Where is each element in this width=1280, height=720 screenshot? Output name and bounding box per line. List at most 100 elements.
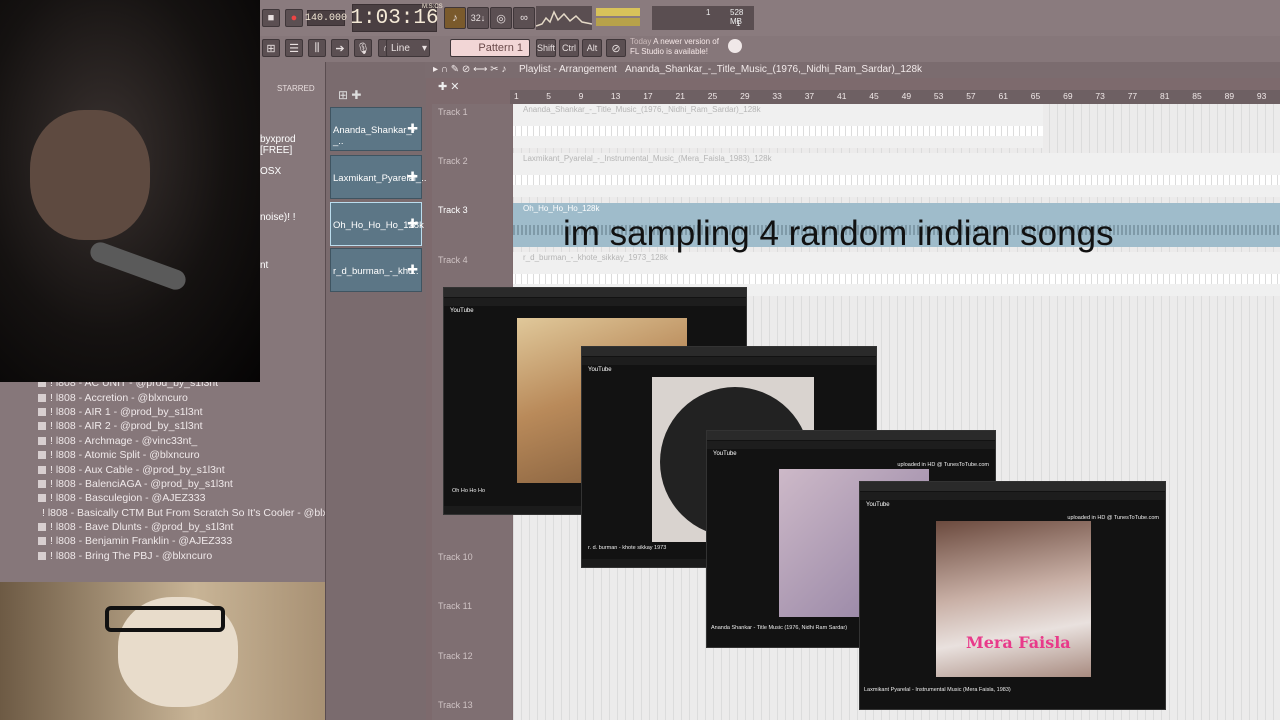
countdown-icon[interactable]: ◎ <box>490 7 512 29</box>
browser-tabs <box>707 431 995 440</box>
snap-icon[interactable]: ⊞ <box>262 39 280 57</box>
record-button[interactable]: ● <box>285 9 303 27</box>
list-item[interactable]: ! l808 - Basically CTM But From Scratch … <box>38 506 354 520</box>
video-title: Oh Ho Ho Ho <box>452 488 486 494</box>
cpu-panel: 1 528 MB 1 <box>652 6 754 30</box>
polyphony-value: 1 <box>736 19 741 28</box>
alt-key-button[interactable]: Alt <box>582 39 602 57</box>
ruler-tick: 77 <box>1127 91 1138 101</box>
browser-partial-line[interactable]: nt <box>260 260 268 271</box>
list-item[interactable]: ! l808 - Bring The PBJ - @blxncuro <box>38 549 323 563</box>
channel-item[interactable]: r_d_burman_-_kho.. ✚ <box>330 248 422 292</box>
playlist-nav-icons[interactable]: ✚ ✕ <box>438 80 460 93</box>
audio-file-icon <box>38 393 46 402</box>
list-item[interactable]: ! l808 - AIR 1 - @prod_by_s1l3nt <box>38 405 323 419</box>
channel-item[interactable]: Laxmikant_Pyarelal_.. ✚ <box>330 155 426 199</box>
browser-partial-line[interactable]: OSX <box>260 166 281 177</box>
playlist-tools-icon[interactable]: ▸ ∩ ✎ ⊘ ⟷ ✂ ♪ <box>433 64 506 75</box>
upload-note: uploaded in HD @ TunesToTube.com <box>897 462 989 468</box>
track-label[interactable]: Track 1 <box>438 107 468 117</box>
clip-label: Ananda_Shankar_-_Title_Music_(1976,_Nidh… <box>523 105 761 114</box>
waveform <box>513 175 1280 185</box>
browser-file-list: ! l808 - AC UNIT - @prod_by_s1l3nt ! l80… <box>38 376 354 563</box>
plus-icon[interactable]: ✚ <box>407 262 418 278</box>
wait-icon[interactable]: 32↓ <box>467 7 489 29</box>
list-item[interactable]: ! l808 - Atomic Split - @blxncuro <box>38 448 323 462</box>
address-bar <box>582 357 876 365</box>
clip-label: Laxmikant_Pyarelal_-_Instrumental_Music_… <box>523 154 772 163</box>
microphone-icon[interactable]: 🎙 <box>354 39 372 57</box>
track-label[interactable]: Track 13 <box>438 700 473 710</box>
fl-logo-icon[interactable] <box>728 39 742 53</box>
pattern-select[interactable]: Pattern 1 <box>450 39 530 57</box>
youtube-window: YouTube uploaded in HD @ TunesToTube.com… <box>859 481 1166 710</box>
timeline-ruler[interactable]: 1 5 9 13 17 21 25 29 33 37 41 45 49 53 57 61 65 69 73 77 81 8… <box>510 90 1280 104</box>
memory-value: 528 MB <box>730 8 744 26</box>
audio-file-icon <box>38 451 46 460</box>
shift-key-button[interactable]: Shift <box>536 39 556 57</box>
chevron-down-icon: ▾ <box>421 42 427 54</box>
track-label[interactable]: Track 3 <box>438 205 468 215</box>
list-item[interactable]: ! l808 - Bave Dlunts - @prod_by_s1l3nt <box>38 520 323 534</box>
list-item-label: ! l808 - Bring The PBJ - @blxncuro <box>50 549 213 562</box>
track-label[interactable]: Track 4 <box>438 255 468 265</box>
master-volume-meter <box>596 8 640 16</box>
news-panel[interactable]: Today A newer version of FL Studio is av… <box>630 37 730 57</box>
mixer-icon[interactable]: ☰ <box>285 39 303 57</box>
time-unit-label: M:S:CS <box>422 4 443 10</box>
track-label[interactable]: Track 10 <box>438 552 473 562</box>
clip-label: r_d_burman_-_khote_sikkay_1973_128k <box>523 253 668 262</box>
channel-tools-icon[interactable]: ⊞ ✚ <box>338 88 361 102</box>
ctrl-key-button[interactable]: Ctrl <box>559 39 579 57</box>
list-item[interactable]: ! l808 - Benjamin Franklin - @AJEZ333 <box>38 534 323 548</box>
arrow-right-icon[interactable]: ➔ <box>331 39 349 57</box>
starred-tab[interactable]: STARRED <box>277 84 315 93</box>
glasses-shape <box>105 606 225 632</box>
ruler-tick: 9 <box>578 91 584 101</box>
channel-rack-icon[interactable]: ⫼ <box>308 39 326 57</box>
clip-label: Oh_Ho_Ho_Ho_128k <box>523 204 600 213</box>
track-label[interactable]: Track 11 <box>438 601 472 611</box>
list-item[interactable]: ! l808 - Basculegion - @AJEZ333 <box>38 491 323 505</box>
plus-icon[interactable]: ✚ <box>407 216 418 232</box>
list-item[interactable]: ! l808 - Archmage - @vinc33nt_ <box>38 434 323 448</box>
track-label[interactable]: Track 12 <box>438 651 473 661</box>
loop-record-icon[interactable]: ∞ <box>513 7 535 29</box>
audio-file-icon <box>38 465 46 474</box>
list-item[interactable]: ! l808 - Accretion - @blxncuro <box>38 390 323 404</box>
channel-item[interactable]: Ananda_Shankar_-_.. ✚ <box>330 107 422 151</box>
ruler-tick: 45 <box>869 91 879 101</box>
list-item-label: ! l808 - Atomic Split - @blxncuro <box>50 449 200 462</box>
person-silhouette <box>30 110 150 240</box>
list-item[interactable]: ! l808 - Aux Cable - @prod_by_s1l3nt <box>38 462 323 476</box>
list-item-label: ! l808 - Aux Cable - @prod_by_s1l3nt <box>50 463 225 476</box>
youtube-logo: YouTube <box>866 502 890 508</box>
ruler-tick: 65 <box>1030 91 1041 101</box>
list-item[interactable]: ! l808 - BalenciAGA - @prod_by_s1l3nt <box>38 477 323 491</box>
playlist-title: Playlist - Arrangement <box>519 64 617 75</box>
tempo-display[interactable]: 140.000 <box>305 10 347 26</box>
channel-item[interactable]: Oh_Ho_Ho_Ho_128k ✚ <box>330 202 424 246</box>
plus-icon[interactable]: ✚ <box>407 169 418 185</box>
news-icon[interactable]: ⊘ <box>606 39 626 57</box>
ruler-tick: 25 <box>707 91 718 101</box>
plus-icon[interactable]: ✚ <box>407 121 418 137</box>
video-title: Laxmikant Pyarelal - Instrumental Music … <box>864 687 1011 693</box>
waveform <box>513 274 1280 284</box>
audio-clip[interactable]: Ananda_Shankar_-_Title_Music_(1976,_Nidh… <box>513 104 1043 148</box>
browser-tabs <box>444 288 746 297</box>
stop-button[interactable]: ■ <box>262 9 280 27</box>
metronome-icon[interactable]: ♪ <box>444 7 466 29</box>
browser-partial-line[interactable]: noise)! ! <box>260 212 296 223</box>
ruler-tick: 21 <box>675 91 685 101</box>
ruler-tick: 41 <box>837 91 847 101</box>
list-item-label: ! l808 - AIR 2 - @prod_by_s1l3nt <box>50 420 203 433</box>
browser-partial-line[interactable]: byxprod [FREE] <box>260 134 325 156</box>
audio-clip[interactable]: Laxmikant_Pyarelal_-_Instrumental_Music_… <box>513 153 1280 197</box>
browser-tabs <box>860 482 1165 491</box>
snap-select[interactable]: Line ▾ <box>386 39 430 57</box>
audio-file-icon <box>38 479 46 488</box>
track-label[interactable]: Track 2 <box>438 156 468 166</box>
list-item[interactable]: ! l808 - AIR 2 - @prod_by_s1l3nt <box>38 419 323 433</box>
list-item-label: ! l808 - AIR 1 - @prod_by_s1l3nt <box>50 405 203 418</box>
